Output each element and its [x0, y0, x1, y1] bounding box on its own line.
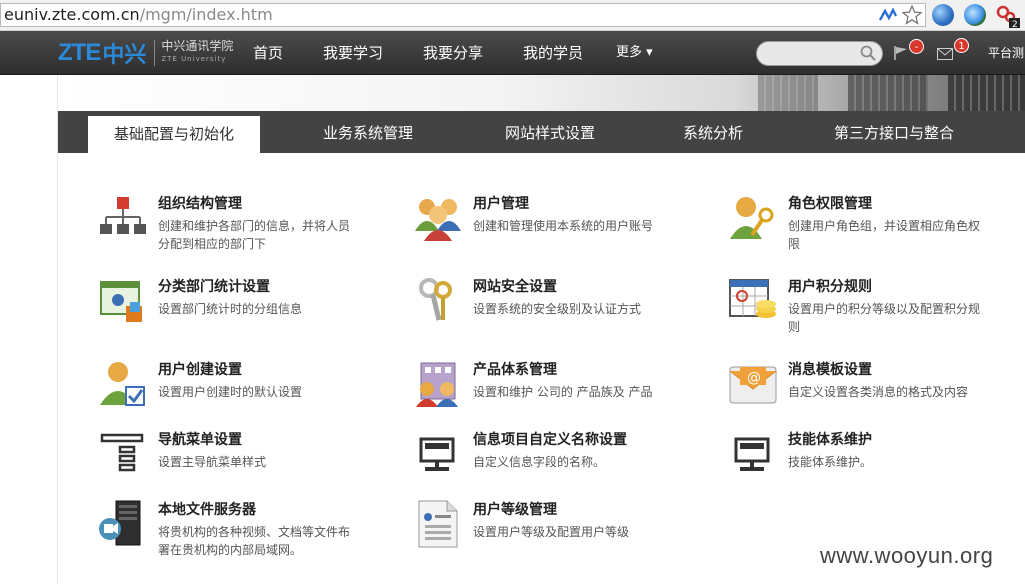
addon-extension-icon[interactable]: 2	[995, 4, 1021, 28]
logo-zte-text: ZTE	[58, 39, 101, 66]
item-title: 用户管理	[473, 196, 529, 212]
keys-icon	[419, 278, 452, 321]
server-rack-graphic	[758, 75, 818, 111]
nav-share[interactable]: 我要分享	[423, 31, 483, 75]
item-desc: 技能体系维护。	[788, 455, 873, 469]
item-title: 本地文件服务器	[158, 502, 256, 518]
users-group-icon	[415, 199, 461, 241]
nav-home[interactable]: 首页	[253, 31, 283, 75]
flag-icon[interactable]	[893, 45, 909, 61]
nav-more[interactable]: 更多 ▾	[616, 31, 653, 75]
item-desc: 设置系统的安全级别及认证方式	[473, 302, 642, 316]
header-banner	[58, 75, 1025, 111]
org-chart-icon	[100, 197, 146, 234]
tab-business-system[interactable]: 业务系统管理	[288, 111, 448, 153]
mail-icon[interactable]	[937, 48, 953, 60]
star-icon[interactable]	[902, 5, 922, 25]
item-desc: 创建和管理使用本系统的用户账号	[473, 219, 654, 233]
item-title: 组织结构管理	[158, 196, 242, 212]
user-check-icon	[100, 362, 145, 406]
tab-system-analysis[interactable]: 系统分析	[653, 111, 773, 153]
server-rack-graphic	[948, 75, 1025, 111]
item-desc: 自定义设置各类消息的格式及内容	[788, 385, 969, 399]
item-title: 产品体系管理	[473, 362, 557, 378]
svg-text:@: @	[747, 370, 761, 386]
mail-badge: 1	[954, 38, 969, 53]
file-server-icon	[99, 500, 141, 546]
document-list-icon	[418, 500, 458, 548]
nav-students[interactable]: 我的学员	[523, 31, 583, 75]
globe-extension-icon[interactable]	[932, 4, 954, 26]
tab-third-party[interactable]: 第三方接口与整合	[808, 111, 980, 153]
nav-menu-icon	[100, 433, 144, 472]
item-title: 消息模板设置	[788, 362, 872, 378]
product-building-icon	[416, 362, 458, 407]
server-rack-graphic	[848, 75, 928, 111]
zte-logo[interactable]: ZTE 中兴 中兴通讯学院 ZTE University	[58, 37, 233, 69]
left-margin	[0, 75, 58, 584]
settings-content: 组织结构管理 创建和维护各部门的信息，并将人员分配到相应的部门下 用户管理 创建…	[58, 153, 1025, 584]
dept-stats-icon	[100, 281, 142, 322]
watermark: www.wooyun.org	[820, 543, 994, 568]
svg-text:2: 2	[1012, 20, 1018, 28]
search-icon[interactable]	[860, 45, 876, 61]
points-calendar-icon	[729, 279, 776, 318]
email-at-icon: @	[729, 366, 777, 404]
reader-icon[interactable]	[879, 8, 897, 22]
item-desc: 创建和维护各部门的信息，并将人员分配到相应的部门下	[158, 219, 351, 251]
item-desc: 设置和维护 公司的 产品族及 产品	[473, 385, 653, 399]
tab-basic-config[interactable]: 基础配置与初始化	[88, 116, 260, 153]
site-header: ZTE 中兴 中兴通讯学院 ZTE University 首页 我要学习 我要分…	[0, 31, 1025, 75]
item-title: 用户等级管理	[473, 502, 557, 518]
settings-tabbar: 基础配置与初始化 业务系统管理 网站样式设置 系统分析 第三方接口与整合	[58, 111, 1025, 153]
url-path: /mgm/index.htm	[139, 5, 273, 24]
url-host: euniv.zte.com.cn	[4, 5, 140, 24]
search-input[interactable]	[756, 41, 883, 66]
logo-zh-text: 中兴	[102, 43, 147, 68]
item-desc: 自定义信息字段的名称。	[473, 455, 606, 469]
nav-learn[interactable]: 我要学习	[323, 31, 383, 75]
item-desc: 设置用户创建时的默认设置	[158, 385, 303, 399]
item-title: 分类部门统计设置	[158, 279, 270, 295]
flag-badge: -	[909, 39, 924, 54]
item-title: 用户积分规则	[788, 279, 872, 295]
logo-university: 中兴通讯学院 ZTE University	[154, 40, 233, 66]
earth-extension-icon[interactable]	[964, 4, 986, 26]
item-title: 信息项目自定义名称设置	[473, 432, 627, 448]
tab-site-style[interactable]: 网站样式设置	[470, 111, 630, 153]
item-desc: 创建用户角色组，并设置相应角色权限	[788, 219, 981, 251]
address-bar[interactable]: euniv.zte.com.cn/mgm/index.htm	[0, 3, 926, 27]
item-title: 导航菜单设置	[158, 432, 242, 448]
item-title: 角色权限管理	[788, 196, 872, 212]
monitor-icon	[419, 437, 455, 471]
item-desc: 设置用户等级及配置用户等级	[473, 525, 630, 539]
item-title: 用户创建设置	[158, 362, 242, 378]
user-key-icon	[730, 197, 774, 239]
item-desc: 设置主导航菜单样式	[158, 455, 267, 469]
platform-link[interactable]: 平台测	[988, 44, 1024, 61]
item-title: 网站安全设置	[473, 279, 557, 295]
browser-toolbar: euniv.zte.com.cn/mgm/index.htm 2	[0, 0, 1025, 31]
logo-university-cn: 中兴通讯学院	[161, 39, 234, 53]
monitor-icon	[734, 437, 770, 471]
item-desc: 设置部门统计时的分组信息	[158, 302, 303, 316]
item-title: 技能体系维护	[788, 432, 872, 448]
item-desc: 将贵机构的各种视频、文档等文件布署在贵机构的内部局域网。	[158, 525, 351, 557]
item-desc: 设置用户的积分等级以及配置积分规则	[788, 302, 981, 334]
logo-university-en: ZTE University	[161, 55, 227, 63]
